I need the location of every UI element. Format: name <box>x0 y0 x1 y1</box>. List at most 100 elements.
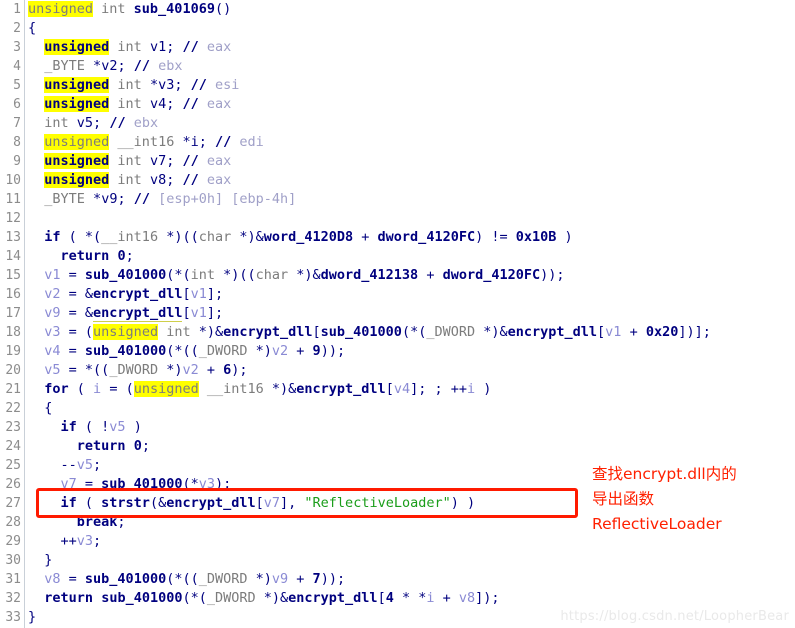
code-token: encrypt_dll <box>296 381 386 397</box>
code-token: v1 <box>190 286 207 302</box>
code-line[interactable]: 31 v8 = sub_401000(*((_DWORD *)v9 + 7)); <box>0 570 795 589</box>
code-line[interactable]: 10 unsigned int v8; // eax <box>0 171 795 190</box>
line-number: 26 <box>5 477 21 492</box>
code-text: for ( i = (unsigned __int16 *)&encrypt_d… <box>28 380 491 399</box>
line-number: 21 <box>5 382 21 397</box>
code-token: = <box>76 476 102 492</box>
code-token: *)& <box>198 324 224 340</box>
code-line[interactable]: 15 v1 = sub_401000(*(int *)((char *)&dwo… <box>0 266 795 285</box>
code-line[interactable]: 4 _BYTE *v2; // ebx <box>0 57 795 76</box>
line-number: 13 <box>5 230 21 245</box>
code-token: _DWORD <box>198 343 256 359</box>
code-line[interactable]: 17 v9 = &encrypt_dll[v1]; <box>0 304 795 323</box>
code-line[interactable]: 21 for ( i = (unsigned __int16 *)&encryp… <box>0 380 795 399</box>
code-token: ; <box>198 134 207 150</box>
code-line[interactable]: 30 } <box>0 551 795 570</box>
code-token: = ( <box>101 381 134 397</box>
code-text: v7 = sub_401000(*v3); <box>28 475 232 494</box>
code-token: *)& <box>239 229 264 245</box>
code-token: } <box>28 609 37 625</box>
code-token: v5 <box>109 419 126 435</box>
code-token: ); <box>231 362 248 378</box>
code-token: v3 <box>198 476 215 492</box>
code-text: int v5; // ebx <box>28 114 158 133</box>
line-number: 2 <box>13 21 21 36</box>
code-line[interactable]: 22 { <box>0 399 795 418</box>
code-text: break; <box>28 513 126 532</box>
code-token: dword_4120FC <box>377 229 476 245</box>
code-line[interactable]: 2{ <box>0 19 795 38</box>
code-line[interactable]: 11 _BYTE *v9; // [esp+0h] [ebp-4h] <box>0 190 795 209</box>
code-token: _DWORD <box>426 324 484 340</box>
code-token: int <box>109 96 150 112</box>
code-token: )); <box>320 571 346 587</box>
code-line[interactable]: 7 int v5; // ebx <box>0 114 795 133</box>
code-token: if <box>60 419 77 435</box>
line-number: 20 <box>5 363 21 378</box>
code-token: ], <box>280 495 305 511</box>
code-token: ]; ; ++ <box>410 381 467 397</box>
code-token: [ <box>255 495 264 511</box>
code-line[interactable]: 18 v3 = (unsigned int *)&encrypt_dll[sub… <box>0 323 795 342</box>
code-text: unsigned int v8; // eax <box>28 171 231 190</box>
code-token: i <box>467 381 476 397</box>
code-token: int <box>190 267 224 283</box>
code-token: // <box>101 115 134 131</box>
code-line[interactable]: 9 unsigned int v7; // eax <box>0 152 795 171</box>
code-token: _DWORD <box>198 571 256 587</box>
code-line[interactable]: 23 if ( !v5 ) <box>0 418 795 437</box>
code-text: { <box>28 399 52 418</box>
code-text: return sub_401000(*(_DWORD *)&encrypt_dl… <box>28 589 500 608</box>
code-line[interactable]: 1 unsigned int sub_401069() <box>0 0 795 19</box>
code-token: * <box>93 191 102 207</box>
code-line[interactable]: 6 unsigned int v4; // eax <box>0 95 795 114</box>
code-line[interactable]: 8 unsigned __int16 *i; // edi <box>0 133 795 152</box>
code-token: *) <box>255 343 272 359</box>
code-token: [ <box>385 381 394 397</box>
code-line[interactable]: 24 return 0; <box>0 437 795 456</box>
line-number: 30 <box>5 553 21 568</box>
code-text: v4 = sub_401000(*((_DWORD *)v2 + 9)); <box>28 342 345 361</box>
code-token: v3 <box>76 533 94 549</box>
code-token: ]); <box>475 590 500 606</box>
code-line[interactable]: 19 v4 = sub_401000(*((_DWORD *)v2 + 9)); <box>0 342 795 361</box>
code-token: = & <box>60 305 94 321</box>
code-token: { <box>28 20 37 36</box>
code-token: v4 <box>44 343 61 359</box>
code-line[interactable]: 5 unsigned int *v3; // esi <box>0 76 795 95</box>
code-token: v3 <box>158 77 175 93</box>
code-line[interactable]: 16 v2 = &encrypt_dll[v1]; <box>0 285 795 304</box>
code-line[interactable]: 32 return sub_401000(*(_DWORD *)&encrypt… <box>0 589 795 608</box>
code-token: i <box>426 590 435 606</box>
code-line[interactable]: 13 if ( *(__int16 *)((char *)&word_4120D… <box>0 228 795 247</box>
code-token: v2 <box>271 343 289 359</box>
highlighted-token: unsigned <box>133 381 199 397</box>
code-line[interactable]: 20 v5 = *((_DWORD *)v2 + 6); <box>0 361 795 380</box>
code-token: ; <box>117 514 126 530</box>
line-number: 11 <box>5 192 21 207</box>
code-text: unsigned __int16 *i; // edi <box>28 133 264 152</box>
code-token: ebx <box>158 58 183 74</box>
annotation-line-2: 导出函数 <box>592 490 655 508</box>
code-line[interactable]: 14 return 0; <box>0 247 795 266</box>
code-line[interactable]: 12 <box>0 209 795 228</box>
code-line[interactable]: 3 unsigned int v1; // eax <box>0 38 795 57</box>
code-token: return <box>60 248 110 264</box>
code-token: _BYTE <box>44 191 94 207</box>
code-token: ])]; <box>678 324 711 340</box>
code-text: unsigned int *v3; // esi <box>28 76 239 95</box>
code-text: v5 = *((_DWORD *)v2 + 6); <box>28 361 248 380</box>
code-token: (*(( <box>166 571 199 587</box>
code-token: ) <box>125 419 142 435</box>
code-token: dword_412138 <box>320 267 419 283</box>
code-token: ) <box>475 381 492 397</box>
code-text: if ( strstr(&encrypt_dll[v7], "Reflectiv… <box>28 494 476 513</box>
